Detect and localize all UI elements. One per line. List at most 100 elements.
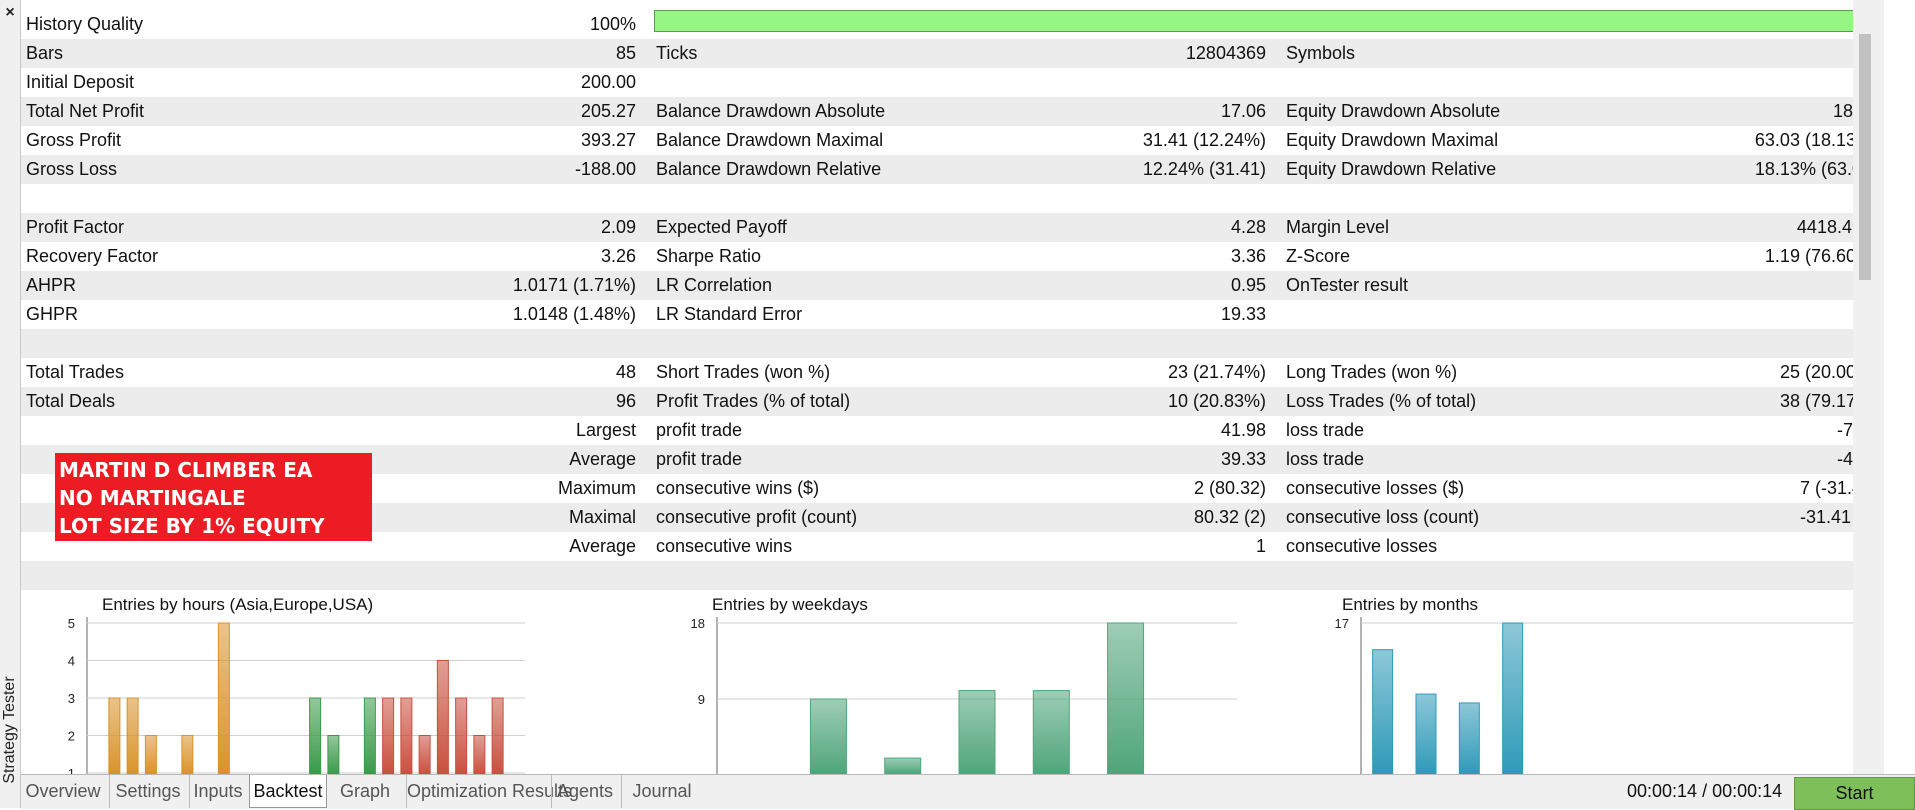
row-value: 393.27 (580, 130, 636, 150)
row-value: 12.24% (31.41) (1142, 159, 1266, 179)
row-label: Loss Trades (% of total) (1286, 391, 1477, 411)
tab-overview[interactable]: Overview (21, 775, 105, 808)
row-label: Sharpe Ratio (656, 246, 762, 266)
strategy-tester-sidebar: × Strategy Tester (0, 0, 21, 808)
row-label: Balance Drawdown Maximal (656, 130, 884, 150)
bar (181, 735, 194, 774)
row-label: Z-Score (1286, 246, 1351, 266)
row-value: 12804369 (1185, 43, 1266, 63)
row-label: Ticks (656, 43, 698, 63)
row-label: profit trade (656, 449, 743, 469)
row-label: Initial Deposit (26, 72, 135, 92)
row-value: 10 (20.83%) (1167, 391, 1266, 411)
banner-line: NO MARTINGALE (59, 486, 246, 510)
row-label: Bars (26, 43, 64, 63)
y-tick-label: 17 (1335, 616, 1349, 631)
start-button[interactable]: Start (1794, 777, 1915, 810)
bar (1107, 622, 1145, 774)
row-value: 1 (1255, 536, 1266, 556)
vertical-scrollbar[interactable] (1853, 0, 1884, 774)
bar (491, 697, 504, 774)
tab-optimization-results[interactable]: Optimization Results (406, 775, 572, 808)
row-value: 100% (589, 14, 636, 34)
y-tick-label: 9 (698, 692, 705, 707)
row-label: Total Trades (26, 362, 125, 382)
row-value: 3.26 (600, 246, 636, 266)
row-value: 1.0171 (1.71%) (512, 275, 636, 295)
row-label: LR Correlation (656, 275, 773, 295)
tab-agents[interactable]: Agents (551, 775, 618, 808)
banner-line: MARTIN D CLIMBER EA (59, 458, 313, 482)
elapsed-timer: 00:00:14 / 00:00:14 (1627, 781, 1783, 801)
chart-canvas: 9 18 (691, 616, 1237, 774)
table-row (21, 329, 1884, 358)
table-row (21, 184, 1884, 213)
bar (400, 697, 413, 774)
bar (363, 697, 376, 774)
row-label: Balance Drawdown Relative (656, 159, 882, 179)
row-value: 80.32 (2) (1193, 507, 1266, 527)
row-value: 39.33 (1220, 449, 1266, 469)
row-label: History Quality (26, 14, 144, 34)
row-label: consecutive losses (1286, 536, 1438, 556)
tester-tab-bar: Overview Settings Inputs Backtest Graph Optim… (21, 774, 1915, 810)
entries-by-months-chart: Entries by months 17 (1301, 593, 1881, 774)
row-value: 23 (21.74%) (1167, 362, 1266, 382)
table-row: Total Trades 48 Short Trades (won %) 23 (21… (21, 358, 1884, 387)
row-label: Short Trades (won %) (656, 362, 831, 382)
bar (309, 697, 322, 774)
table-row: Total Deals 96 Profit Trades (% of total) 1… (21, 387, 1884, 416)
row-value: 4.28 (1230, 217, 1266, 237)
table-row: Gross Loss -188.00 Balance Drawdown Relati… (21, 155, 1884, 184)
row-label: Gross Profit (26, 130, 122, 150)
row-value: Average (569, 536, 636, 556)
bar (436, 660, 449, 774)
table-row: AHPR 1.0171 (1.71%) LR Correlation 0.95 OnTe… (21, 271, 1884, 300)
row-value: 48 (615, 362, 636, 382)
y-tick-label: 18 (691, 616, 705, 631)
row-label: Symbols (1286, 43, 1356, 63)
row-value: Maximum (557, 478, 636, 498)
row-label: Profit Trades (% of total) (656, 391, 851, 411)
row-label: OnTester result (1286, 275, 1409, 295)
y-tick-label: 4 (68, 654, 75, 669)
row-label: loss trade (1286, 420, 1365, 440)
row-label: Equity Drawdown Maximal (1286, 130, 1499, 150)
table-row: GHPR 1.0148 (1.48%) LR Standard Error 19.33 (21, 300, 1884, 329)
row-value: 205.27 (580, 101, 636, 121)
ea-banner: MARTIN D CLIMBER EA NO MARTINGALE LOT SI… (55, 453, 372, 541)
table-row: Largestprofit trade41.98loss trade-7.92 (21, 416, 1884, 445)
tab-inputs[interactable]: Inputs (189, 775, 246, 808)
row-label: Equity Drawdown Relative (1286, 159, 1497, 179)
history-quality-bar (654, 10, 1878, 32)
bar (809, 698, 847, 774)
tab-backtest[interactable]: Backtest (249, 775, 327, 808)
row-value: 2.09 (600, 217, 636, 237)
row-label: LR Standard Error (656, 304, 803, 324)
tab-settings[interactable]: Settings (109, 775, 186, 808)
tab-journal[interactable]: Journal (621, 775, 702, 808)
row-value: 1.0148 (1.48%) (512, 304, 636, 324)
row-label: Balance Drawdown Absolute (656, 101, 886, 121)
bar (1372, 649, 1394, 774)
bar (1415, 693, 1437, 774)
row-value: 96 (615, 391, 636, 411)
bar (958, 690, 996, 774)
scrollbar-thumb[interactable] (1859, 34, 1871, 280)
row-label: consecutive profit (count) (656, 507, 858, 527)
bar (473, 735, 486, 774)
bar (108, 697, 121, 774)
close-icon[interactable]: × (1, 4, 19, 22)
table-row: Profit Factor 2.09 Expected Payoff 4.28 Marg… (21, 213, 1884, 242)
row-label: consecutive loss (count) (1286, 507, 1480, 527)
row-value: 41.98 (1220, 420, 1266, 440)
table-row: Initial Deposit 200.00 (21, 68, 1884, 97)
y-tick-label: 1 (68, 766, 75, 774)
row-value: 2 (80.32) (1193, 478, 1266, 498)
chart-canvas: 1 2 3 4 5 (68, 616, 525, 774)
tab-graph[interactable]: Graph (329, 775, 401, 808)
bar (1502, 622, 1524, 774)
bar (418, 735, 431, 774)
row-label: consecutive wins (656, 536, 793, 556)
chart-canvas: 17 (1335, 616, 1881, 774)
